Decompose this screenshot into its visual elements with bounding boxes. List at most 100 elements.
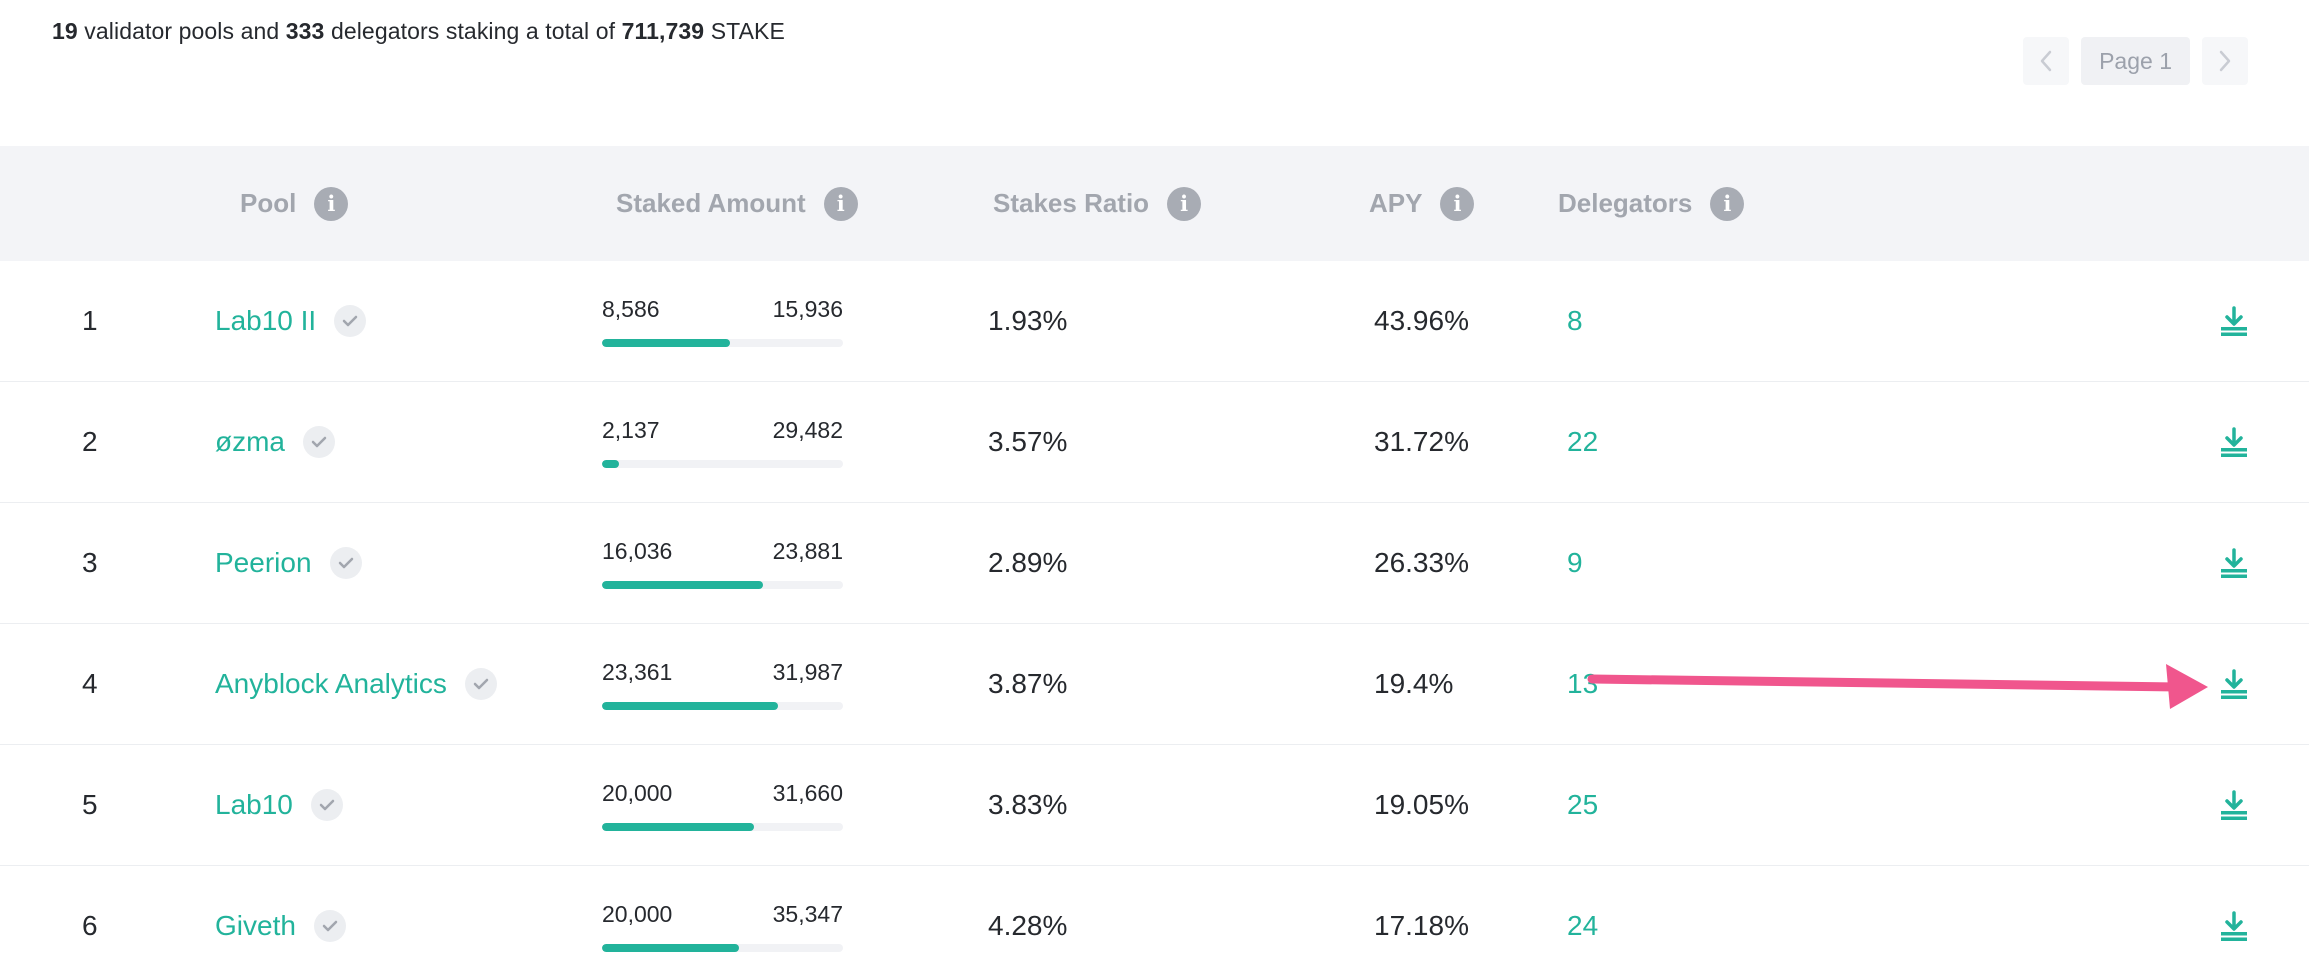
rank-cell: 5 bbox=[82, 789, 98, 820]
info-icon[interactable]: i bbox=[1167, 186, 1202, 221]
table-row: 1 Lab10 II 8,586 15,936 1.93% 43.96% 8 bbox=[0, 261, 2309, 382]
download-icon bbox=[2221, 427, 2247, 457]
delegators-link[interactable]: 22 bbox=[1567, 382, 1598, 502]
pool-cell: øzma bbox=[215, 382, 335, 502]
stakes-ratio-cell: 2.89% bbox=[988, 547, 1068, 578]
staked-value: 2,137 bbox=[602, 416, 660, 443]
header-staked-amount: Staked Amount i bbox=[616, 146, 858, 261]
staked-value: 8,586 bbox=[602, 295, 660, 322]
header-apy: APY i bbox=[1369, 146, 1475, 261]
delegators-text: delegators staking a total of bbox=[324, 18, 622, 44]
apy-cell: 31.72% bbox=[1374, 426, 1469, 457]
delegators-link[interactable]: 9 bbox=[1567, 503, 1583, 623]
staked-amount-cell: 20,000 31,660 bbox=[602, 745, 843, 865]
stake-progress-fill bbox=[602, 459, 619, 468]
apy-cell: 19.4% bbox=[1374, 668, 1454, 699]
next-page-button[interactable] bbox=[2202, 37, 2248, 85]
stake-progress-fill bbox=[602, 822, 754, 831]
rank-cell: 1 bbox=[82, 305, 98, 336]
stake-limit: 35,347 bbox=[772, 900, 843, 927]
pool-name-link[interactable]: øzma bbox=[215, 426, 285, 458]
delegators-link[interactable]: 8 bbox=[1567, 261, 1583, 381]
download-button[interactable] bbox=[2216, 382, 2252, 502]
info-icon[interactable]: i bbox=[823, 186, 858, 221]
table-row: 3 Peerion 16,036 23,881 2.89% 26.33% 9 bbox=[0, 503, 2309, 624]
pagination: Page 1 bbox=[2023, 37, 2248, 85]
download-button[interactable] bbox=[2216, 866, 2252, 960]
staked-amount-cell: 20,000 35,347 bbox=[602, 866, 843, 960]
stake-limit: 29,482 bbox=[772, 416, 843, 443]
header-pool: Pool i bbox=[240, 146, 349, 261]
check-icon bbox=[329, 547, 362, 579]
rank-cell: 4 bbox=[82, 668, 98, 699]
header-apy-label: APY bbox=[1369, 188, 1423, 218]
stakes-ratio-cell: 3.57% bbox=[988, 426, 1068, 457]
header-stakes-ratio-label: Stakes Ratio bbox=[993, 188, 1150, 218]
stakes-ratio-cell: 1.93% bbox=[988, 305, 1068, 336]
stake-limit: 23,881 bbox=[772, 537, 843, 564]
download-icon bbox=[2221, 669, 2247, 699]
prev-page-button[interactable] bbox=[2023, 37, 2070, 85]
pool-name-link[interactable]: Lab10 bbox=[215, 789, 293, 821]
header-delegators: Delegators i bbox=[1558, 146, 1745, 261]
download-icon bbox=[2221, 911, 2247, 941]
staked-amount-cell: 2,137 29,482 bbox=[602, 382, 843, 502]
staked-amount-cell: 8,586 15,936 bbox=[602, 261, 843, 381]
pool-name-link[interactable]: Lab10 II bbox=[215, 305, 316, 337]
staked-amount-cell: 16,036 23,881 bbox=[602, 503, 843, 623]
pools-table: Pool i Staked Amount i Stakes Ratio i AP… bbox=[0, 146, 2309, 960]
delegators-link[interactable]: 13 bbox=[1567, 624, 1598, 744]
table-row: 6 Giveth 20,000 35,347 4.28% 17.18% 24 bbox=[0, 866, 2309, 960]
download-icon bbox=[2221, 306, 2247, 336]
rank-cell: 2 bbox=[82, 426, 98, 457]
pools-count: 19 bbox=[52, 18, 78, 44]
check-icon bbox=[313, 910, 346, 942]
table-row: 2 øzma 2,137 29,482 3.57% 31.72% 22 bbox=[0, 382, 2309, 503]
pool-name-link[interactable]: Giveth bbox=[215, 910, 296, 942]
check-icon bbox=[310, 789, 343, 821]
download-icon bbox=[2221, 790, 2247, 820]
table-row: 4 Anyblock Analytics 23,361 31,987 3.87% … bbox=[0, 624, 2309, 745]
delegators-link[interactable]: 24 bbox=[1567, 866, 1598, 960]
staking-page: 19 validator pools and 333 delegators st… bbox=[0, 0, 2320, 960]
apy-cell: 19.05% bbox=[1374, 789, 1469, 820]
page-indicator: Page 1 bbox=[2081, 37, 2190, 85]
pool-name-link[interactable]: Anyblock Analytics bbox=[215, 668, 447, 700]
download-button[interactable] bbox=[2216, 503, 2252, 623]
staked-value: 16,036 bbox=[602, 537, 673, 564]
download-icon bbox=[2221, 548, 2247, 578]
chevron-right-icon bbox=[2219, 50, 2231, 72]
info-icon[interactable]: i bbox=[1440, 186, 1475, 221]
check-icon bbox=[334, 305, 367, 337]
info-icon[interactable]: i bbox=[1710, 186, 1745, 221]
info-icon[interactable]: i bbox=[314, 186, 349, 221]
stakes-ratio-cell: 3.87% bbox=[988, 668, 1068, 699]
table-header: Pool i Staked Amount i Stakes Ratio i AP… bbox=[0, 146, 2309, 261]
apy-cell: 26.33% bbox=[1374, 547, 1469, 578]
stake-progress-bar bbox=[602, 822, 843, 831]
download-button[interactable] bbox=[2216, 745, 2252, 865]
delegators-link[interactable]: 25 bbox=[1567, 745, 1598, 865]
stakes-ratio-cell: 3.83% bbox=[988, 789, 1068, 820]
header-pool-label: Pool bbox=[240, 188, 297, 218]
pool-name-link[interactable]: Peerion bbox=[215, 547, 312, 579]
chevron-left-icon bbox=[2040, 50, 2052, 72]
pools-text: validator pools and bbox=[77, 18, 286, 44]
table-row: 5 Lab10 20,000 31,660 3.83% 19.05% 25 bbox=[0, 745, 2309, 866]
pool-cell: Anyblock Analytics bbox=[215, 624, 497, 744]
table-body: 1 Lab10 II 8,586 15,936 1.93% 43.96% 8 2 bbox=[0, 261, 2309, 960]
download-button[interactable] bbox=[2216, 624, 2252, 744]
header-stakes-ratio: Stakes Ratio i bbox=[993, 146, 1202, 261]
stake-unit: STAKE bbox=[704, 18, 785, 44]
apy-cell: 43.96% bbox=[1374, 305, 1469, 336]
pool-cell: Peerion bbox=[215, 503, 362, 623]
check-icon bbox=[464, 668, 497, 700]
download-button[interactable] bbox=[2216, 261, 2252, 381]
total-stake: 711,739 bbox=[621, 18, 705, 44]
header-staked-amount-label: Staked Amount bbox=[616, 188, 806, 218]
stakes-ratio-cell: 4.28% bbox=[988, 910, 1068, 941]
stake-limit: 31,987 bbox=[772, 658, 843, 685]
pool-cell: Lab10 II bbox=[215, 261, 367, 381]
pool-cell: Lab10 bbox=[215, 745, 343, 865]
stake-progress-fill bbox=[602, 338, 730, 347]
